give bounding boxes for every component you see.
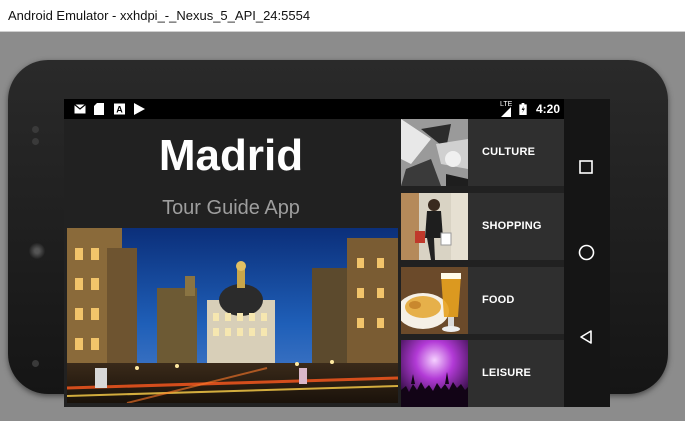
mail-icon [74,104,86,114]
window-titlebar: Android Emulator - xxhdpi_-_Nexus_5_API_… [0,0,685,32]
phone-frame: A LTE 4:20 Madrid Tour Guide App CULTURE… [8,60,668,407]
window-title: Android Emulator - xxhdpi_-_Nexus_5_API_… [8,8,311,23]
device-screen[interactable]: A LTE 4:20 Madrid Tour Guide App CULTURE… [64,99,610,407]
play-store-icon [134,103,145,115]
category-item-culture[interactable]: CULTURE [401,119,564,186]
speaker-grille-icon [29,243,45,259]
category-label-food: FOOD [482,294,515,306]
app-title: Madrid [158,131,304,180]
signal-icon [501,107,511,117]
concert-crowd-thumbnail [401,340,468,407]
back-icon[interactable] [578,329,594,345]
home-icon[interactable] [578,244,595,261]
emulator-viewport: A LTE 4:20 Madrid Tour Guide App CULTURE… [0,32,685,421]
category-item-leisure[interactable]: LEISURE [401,340,564,407]
sd-card-icon [94,103,104,115]
front-camera-icon [32,360,39,367]
sensor-icon [32,138,39,145]
svg-text:A: A [116,105,123,115]
guernica-painting-thumbnail [401,119,468,186]
a-icon: A [114,103,125,115]
app-subtitle: Tour Guide App [162,197,300,219]
category-list: CULTURE SHOPPING FOOD LEISURE [401,119,564,407]
status-time: 4:20 [536,102,561,116]
category-item-shopping[interactable]: SHOPPING [401,193,564,260]
category-label-leisure: LEISURE [482,367,532,379]
app-content: Madrid Tour Guide App CULTURE SHOPPING F… [64,119,564,407]
shopping-person-thumbnail [401,193,468,260]
sensor-icon [32,126,39,133]
category-label-shopping: SHOPPING [482,220,542,232]
navigation-bar [564,99,610,407]
status-bar: A LTE 4:20 [64,99,564,119]
recents-icon[interactable] [578,159,594,175]
battery-icon [519,103,527,115]
category-item-food[interactable]: FOOD [401,267,564,334]
category-label-culture: CULTURE [482,146,536,158]
madrid-hero-image [67,228,398,403]
food-beer-thumbnail [401,267,468,334]
